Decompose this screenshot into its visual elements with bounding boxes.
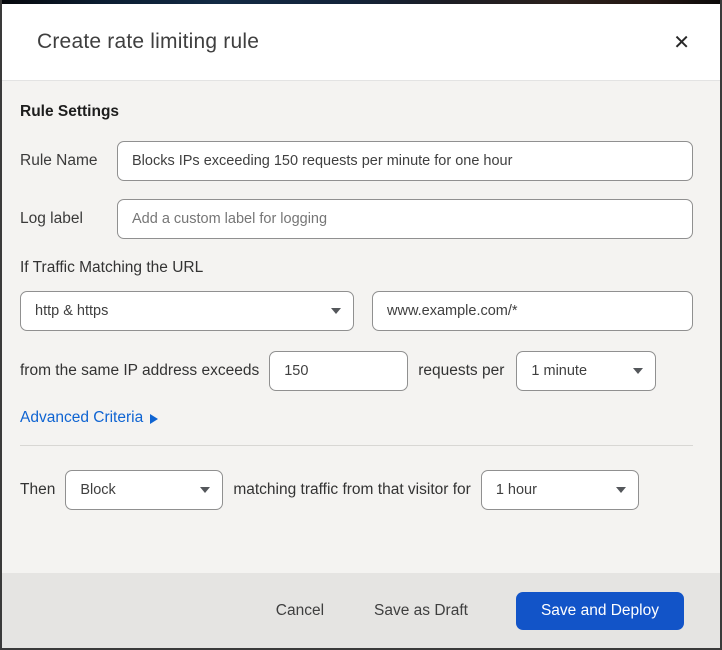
cancel-button[interactable]: Cancel [274, 596, 326, 626]
traffic-match-row: http & https [20, 291, 693, 331]
save-as-draft-button[interactable]: Save as Draft [372, 596, 470, 626]
action-middle-text: matching traffic from that visitor for [233, 481, 471, 498]
log-label-row: Log label [20, 199, 693, 239]
threshold-middle-text: requests per [418, 362, 505, 379]
action-prefix-text: Then [20, 481, 56, 498]
rule-name-row: Rule Name [20, 141, 693, 181]
dialog-footer: Cancel Save as Draft Save and Deploy [2, 573, 720, 648]
url-pattern-input[interactable] [372, 291, 693, 331]
log-label-input[interactable] [117, 199, 693, 239]
requests-count-input[interactable] [269, 351, 409, 391]
period-select[interactable]: 1 minute [516, 351, 657, 391]
create-rate-limiting-rule-dialog: Create rate limiting rule ✕ Rule Setting… [0, 0, 722, 650]
rule-name-input[interactable] [117, 141, 693, 181]
duration-select[interactable]: 1 hour [480, 470, 639, 510]
duration-select-value: 1 hour [495, 482, 537, 498]
dialog-title: Create rate limiting rule [37, 30, 260, 53]
advanced-criteria-link[interactable]: Advanced Criteria [20, 409, 159, 427]
scheme-select-value: http & https [35, 303, 109, 319]
action-select-value: Block [80, 482, 116, 498]
rule-settings-heading: Rule Settings [20, 103, 120, 120]
dialog-body: Rule Settings Rule Name Log label If Tra… [2, 81, 720, 573]
expand-arrow-icon [150, 414, 159, 424]
action-select[interactable]: Block [65, 470, 224, 510]
chevron-down-icon [615, 487, 626, 493]
chevron-down-icon [331, 308, 341, 314]
advanced-criteria-row: Advanced Criteria [20, 409, 693, 427]
scheme-select[interactable]: http & https [20, 291, 354, 331]
close-icon[interactable]: ✕ [667, 28, 696, 56]
chevron-down-icon [200, 487, 211, 493]
rule-name-label: Rule Name [20, 152, 98, 169]
dialog-header: Create rate limiting rule ✕ [2, 4, 720, 81]
traffic-match-intro: If Traffic Matching the URL [20, 259, 204, 276]
advanced-criteria-label: Advanced Criteria [20, 409, 144, 426]
save-and-deploy-button[interactable]: Save and Deploy [515, 591, 684, 630]
threshold-row: from the same IP address exceeds request… [20, 351, 693, 391]
action-row: Then Block matching traffic from that vi… [20, 470, 693, 510]
chevron-down-icon [633, 368, 644, 374]
threshold-prefix-text: from the same IP address exceeds [20, 362, 260, 379]
section-divider [20, 445, 693, 446]
log-label-label: Log label [20, 210, 83, 227]
period-select-value: 1 minute [531, 363, 588, 379]
